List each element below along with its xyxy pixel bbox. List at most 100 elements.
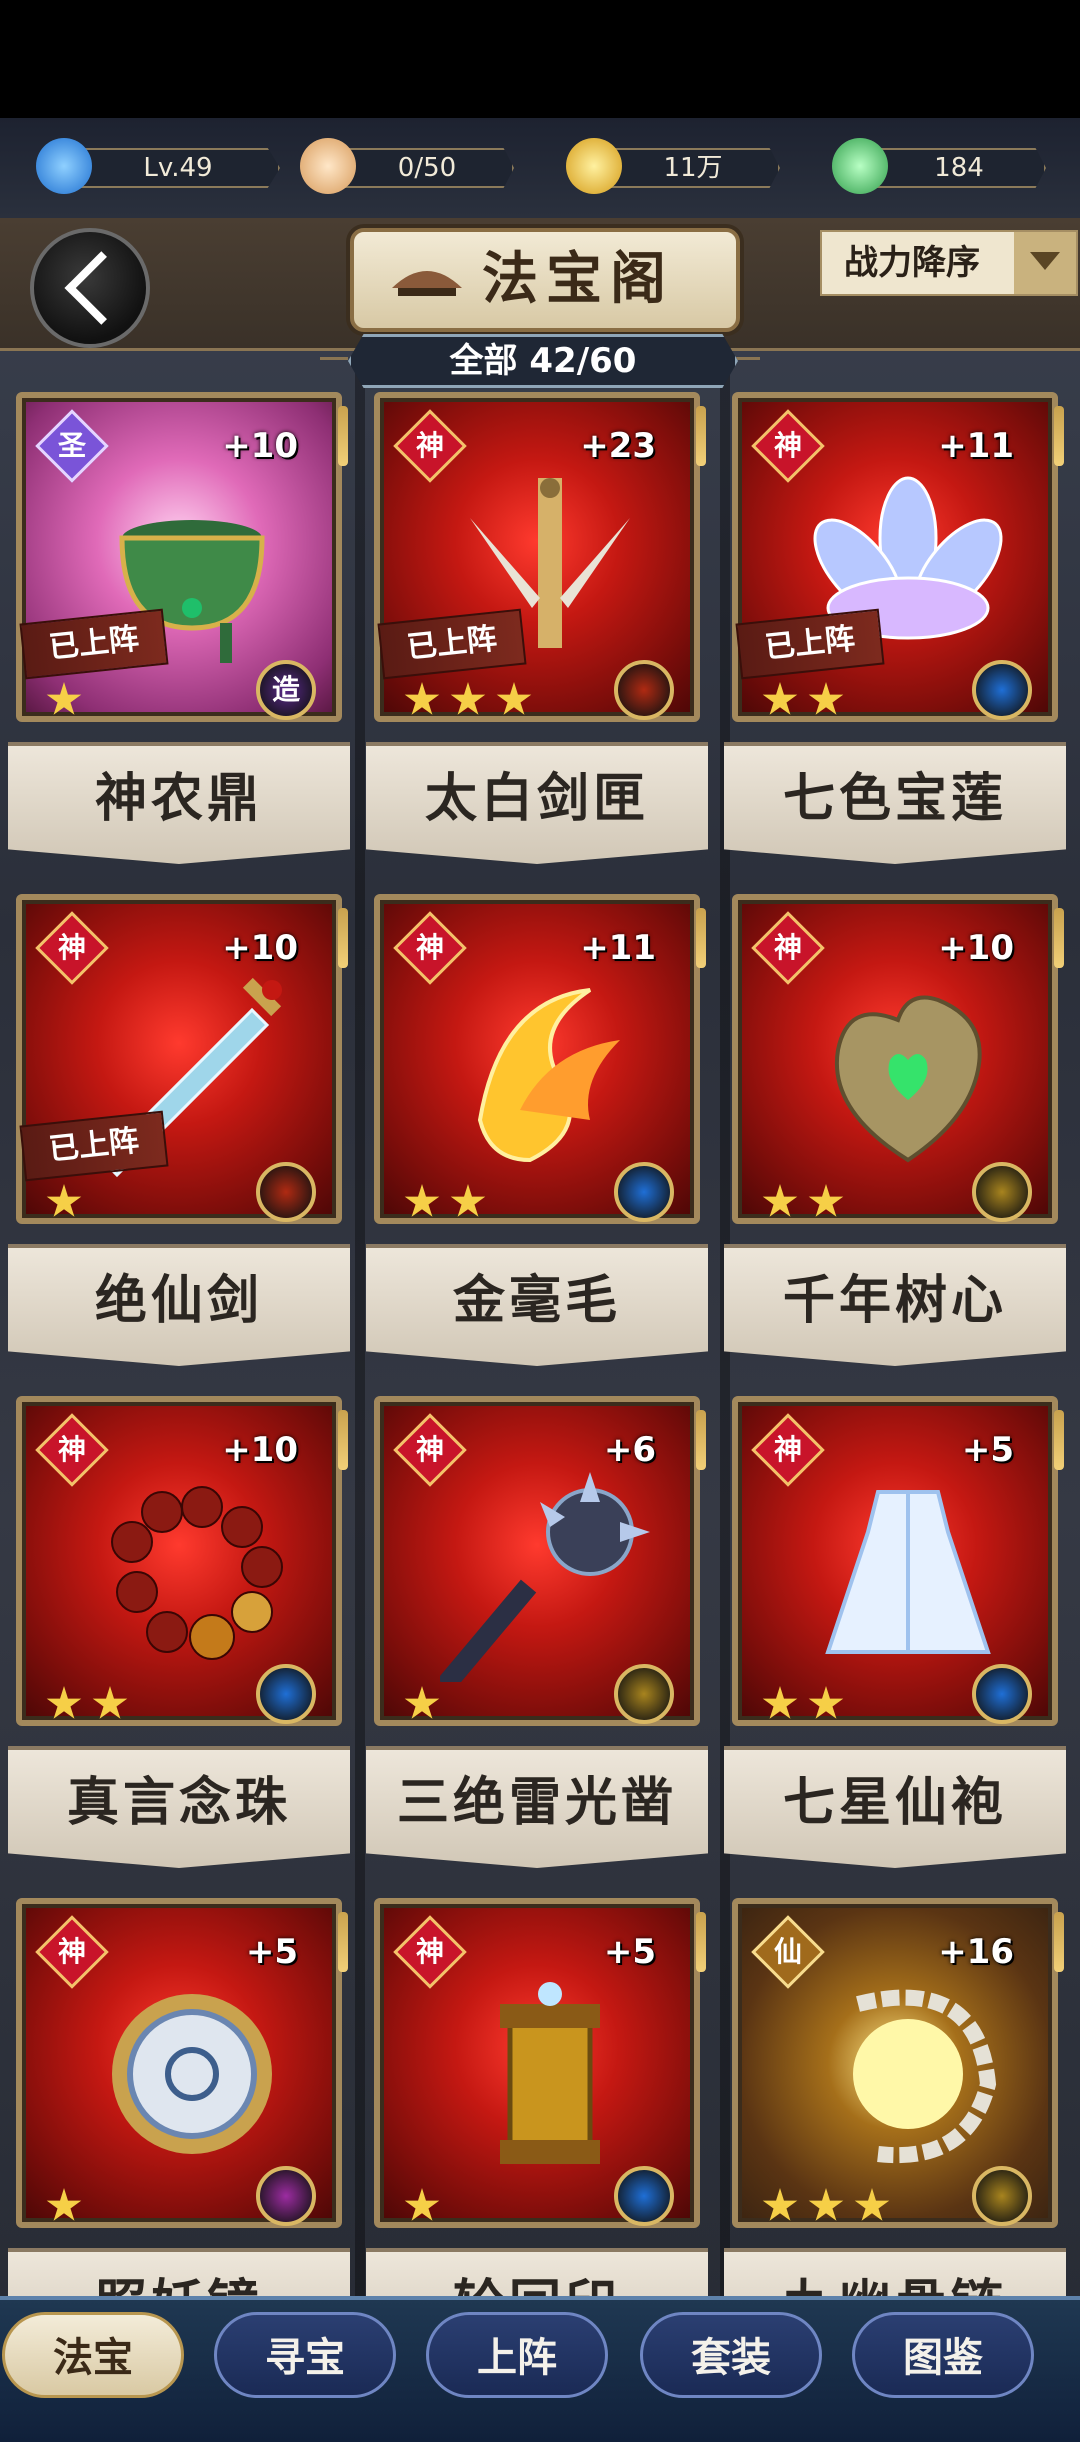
- sort-dropdown[interactable]: 战力降序: [820, 230, 1078, 296]
- water-icon: [256, 1664, 316, 1724]
- star-icon: [808, 1686, 844, 1719]
- enhance-level: +10: [222, 1430, 298, 1470]
- item-name-plate: 太白剑匣: [366, 742, 708, 864]
- bun-icon: [300, 138, 356, 194]
- level-value: Lv.49: [76, 148, 280, 188]
- divider: [320, 357, 348, 360]
- enhance-level: +10: [222, 928, 298, 968]
- item-frame: 神 +5: [374, 1898, 700, 2228]
- item-card[interactable]: 圣 +10 已上阵造神农鼎: [8, 386, 350, 864]
- coin-icon: [566, 138, 622, 194]
- heart-icon: [798, 960, 1018, 1180]
- enhance-level: +10: [938, 928, 1014, 968]
- enhance-level: +5: [245, 1932, 298, 1972]
- star-rating: [762, 1184, 854, 1220]
- item-name-plate: 七色宝莲: [724, 742, 1066, 864]
- star-icon: [854, 2188, 890, 2221]
- tassel-ornament: [338, 908, 348, 968]
- item-frame: 神 +23 已上阵: [374, 392, 700, 722]
- grade-label: 神: [57, 1935, 86, 1968]
- star-icon: [46, 1184, 82, 1217]
- fire-icon: [256, 1162, 316, 1222]
- tab-shangzhen[interactable]: 上阵: [426, 2312, 608, 2398]
- tassel-ornament: [338, 1912, 348, 1972]
- tab-fabao[interactable]: 法宝: [2, 2312, 184, 2398]
- item-card[interactable]: 神 +5 七星仙袍: [724, 1390, 1066, 1868]
- star-rating: [762, 2188, 900, 2224]
- star-icon: [46, 1686, 82, 1719]
- item-frame: 神 +5: [732, 1396, 1058, 1726]
- pavilion-icon: [392, 271, 462, 296]
- element-label: 造: [271, 673, 300, 706]
- mirror-icon: [82, 1964, 302, 2184]
- item-frame: 神 +10: [732, 894, 1058, 1224]
- item-card[interactable]: 神 +11 已上阵 七色宝莲: [724, 386, 1066, 864]
- item-name: 千年树心: [782, 1271, 1007, 1331]
- grade-label: 神: [57, 1433, 86, 1466]
- shadow-icon: [256, 2166, 316, 2226]
- star-icon: [404, 1184, 440, 1217]
- item-name: 七色宝莲: [782, 769, 1007, 829]
- grade-label: 神: [415, 429, 444, 462]
- tassel-ornament: [696, 1912, 706, 1972]
- metal-icon: [972, 2166, 1032, 2226]
- water-icon: [972, 660, 1032, 720]
- golden-hair-icon: [440, 960, 660, 1180]
- star-icon: [450, 682, 486, 715]
- item-name: 七星仙袍: [782, 1773, 1007, 1833]
- item-frame: 神 +10 已上阵: [16, 894, 342, 1224]
- item-name: 太白剑匣: [424, 769, 649, 829]
- star-rating: [762, 682, 854, 718]
- item-card[interactable]: 神 +23 已上阵太白剑匣: [366, 386, 708, 864]
- item-card[interactable]: 仙+16九幽骨链: [724, 1892, 1066, 2370]
- robe-icon: [798, 1462, 1018, 1682]
- item-card[interactable]: 神 +10 千年树心: [724, 888, 1066, 1366]
- beads-icon: [82, 1462, 302, 1682]
- star-rating: [762, 1686, 854, 1722]
- tab-taozhuang[interactable]: 套装: [640, 2312, 822, 2398]
- star-rating: [404, 2188, 450, 2224]
- item-card[interactable]: 神 +10 真言念珠: [8, 1390, 350, 1868]
- enhance-level: +10: [222, 426, 298, 466]
- tassel-ornament: [1054, 406, 1064, 466]
- stamina-value: 0/50: [340, 148, 514, 188]
- title-plate: 法宝阁: [350, 228, 740, 332]
- star-icon: [762, 682, 798, 715]
- item-card[interactable]: 神 +11 金毫毛: [366, 888, 708, 1366]
- item-frame: 圣 +10 已上阵造: [16, 392, 342, 722]
- item-frame: 神 +5: [16, 1898, 342, 2228]
- metal-icon: [614, 1664, 674, 1724]
- item-name-plate: 绝仙剑: [8, 1244, 350, 1366]
- water-icon: [614, 1162, 674, 1222]
- item-card[interactable]: 神 +10 已上阵绝仙剑: [8, 888, 350, 1366]
- tassel-ornament: [338, 1410, 348, 1470]
- star-icon: [808, 2188, 844, 2221]
- item-count: 全部 42/60: [348, 334, 738, 388]
- item-card[interactable]: 神+5照妖镜: [8, 1892, 350, 2370]
- item-name: 神农鼎: [94, 769, 263, 829]
- tab-xunbao[interactable]: 寻宝: [214, 2312, 396, 2398]
- item-name-plate: 金毫毛: [366, 1244, 708, 1366]
- enhance-level: +11: [938, 426, 1014, 466]
- tab-tujian[interactable]: 图鉴: [852, 2312, 1034, 2398]
- grade-label: 神: [773, 931, 802, 964]
- item-name: 绝仙剑: [94, 1271, 263, 1331]
- item-card[interactable]: 神+5轮回印: [366, 1892, 708, 2370]
- back-button[interactable]: [30, 228, 150, 348]
- jade-icon: [832, 138, 888, 194]
- mace-icon: [437, 1462, 660, 1693]
- sort-label: 战力降序: [844, 243, 980, 283]
- star-icon: [404, 1686, 440, 1719]
- enhance-level: +11: [580, 928, 656, 968]
- star-icon: [46, 682, 82, 715]
- item-name-plate: 千年树心: [724, 1244, 1066, 1366]
- star-icon: [404, 682, 440, 715]
- item-card[interactable]: 神 +6 三绝雷光凿: [366, 1390, 708, 1868]
- tassel-ornament: [1054, 1410, 1064, 1470]
- fire-icon: [614, 660, 674, 720]
- star-rating: [404, 1686, 450, 1722]
- item-name: 真言念珠: [66, 1773, 291, 1833]
- grade-label: 神: [415, 1433, 444, 1466]
- star-icon: [92, 1686, 128, 1719]
- star-rating: [46, 1184, 92, 1220]
